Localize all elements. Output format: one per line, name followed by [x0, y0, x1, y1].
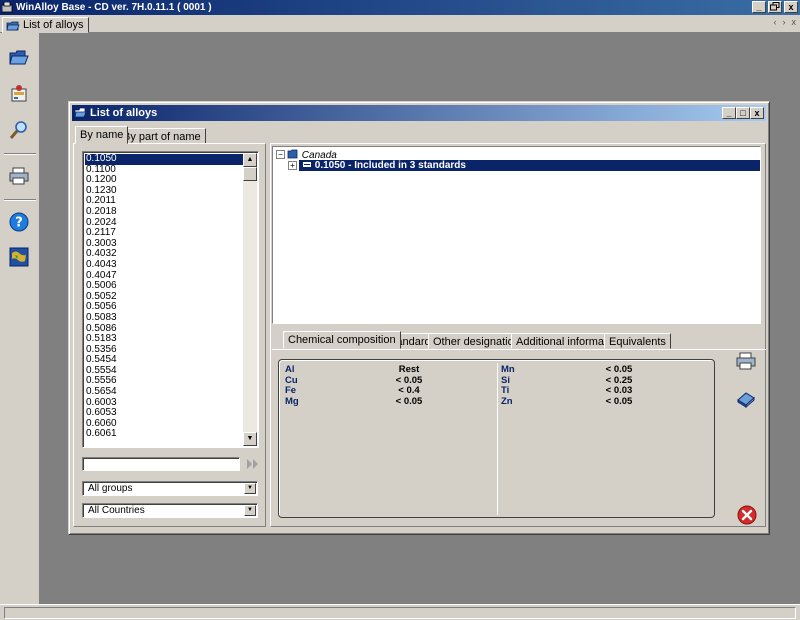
print-icon[interactable] [8, 165, 30, 187]
vertical-scrollbar[interactable]: ▲ ▼ [243, 153, 257, 446]
element-value: Rest [398, 364, 420, 375]
alloy-list: 0.1050 0.1100 0.1200 0.1230 0.2011 0.2018 0.20… [85, 153, 244, 440]
alloy-search-input[interactable] [82, 457, 240, 471]
list-item[interactable]: 0.6061 [85, 429, 244, 440]
list-item[interactable]: 0.5083 [85, 312, 244, 324]
alloy-editor-icon[interactable] [8, 83, 30, 105]
restore-icon [770, 2, 780, 11]
dialog-close-button[interactable]: x [750, 107, 764, 119]
scroll-up-arrow[interactable]: ▲ [243, 153, 257, 167]
element-symbol: Mg [285, 395, 299, 407]
help-icon[interactable]: ? [8, 211, 30, 233]
element-symbol: Ti [501, 385, 510, 396]
tree-alloy-node[interactable]: 0.1050 - Included in 3 standards [299, 160, 760, 171]
close-tab-icon[interactable]: x [792, 17, 797, 27]
tree-country-node[interactable]: Canada [287, 149, 337, 161]
tab-equivalents[interactable]: Equivalents [604, 333, 671, 349]
next-tab-arrow[interactable]: › [783, 17, 786, 27]
app-icon [2, 2, 13, 13]
column-divider [497, 363, 498, 515]
tab-by-name[interactable]: By name [75, 126, 129, 144]
element-symbol: Al [285, 364, 295, 375]
document-tab-strip: List of alloys ‹ › x [0, 15, 800, 33]
list-of-alloys-dialog: List of alloys _ □ x By name By part of … [68, 101, 770, 535]
close-icon[interactable] [736, 504, 758, 526]
tab-list-of-alloys[interactable]: List of alloys [2, 17, 89, 33]
dialog-minimize-button[interactable]: _ [722, 107, 736, 119]
close-button[interactable]: x [784, 1, 798, 13]
status-bar [0, 604, 800, 620]
status-panel [4, 607, 796, 619]
standards-tree[interactable]: − Canada + 0.1050 - Included in 3 standa… [272, 146, 761, 324]
element-value: < 0.05 [605, 395, 633, 407]
tab-chemical-composition[interactable]: Chemical composition [283, 331, 401, 349]
chevron-down-icon: ▼ [244, 505, 256, 516]
tab-by-part-of-name[interactable]: By part of name [118, 128, 206, 144]
alloy-item-icon [303, 162, 311, 167]
alloy-search-panel: 0.1050 0.1100 0.1200 0.1230 0.2011 0.2018 0.20… [73, 143, 266, 527]
list-item[interactable]: 0.2018 [85, 206, 244, 218]
go-arrow-icon[interactable] [246, 458, 260, 473]
world-map-icon[interactable] [8, 246, 30, 268]
folder-icon [6, 21, 20, 31]
expand-toggle[interactable]: + [288, 161, 297, 170]
scroll-thumb[interactable] [243, 167, 257, 181]
groups-select[interactable]: All groups ▼ [82, 481, 258, 496]
left-toolbar: ? [0, 33, 40, 604]
eraser-icon[interactable] [735, 388, 757, 410]
element-value: < 0.4 [398, 385, 420, 396]
collapse-toggle[interactable]: − [276, 150, 285, 159]
dialog-title-bar: List of alloys _ □ x [72, 105, 766, 121]
folder-icon [74, 107, 87, 118]
right-elements: Mn Si Ti Zn [501, 364, 541, 407]
list-item[interactable]: 0.4043 [85, 259, 244, 271]
left-values: Rest < 0.05 < 0.4 < 0.05 [379, 364, 439, 407]
composition-panel: Al Cu Fe Mg Rest < 0.05 < 0.4 < 0.05 Mn Si Ti Zn … [278, 359, 715, 518]
print-icon[interactable] [735, 350, 757, 372]
chevron-down-icon: ▼ [244, 483, 256, 494]
element-symbol: Mn [501, 364, 515, 375]
app-title: WinAlloy Base - CD ver. 7H.0.11.1 ( 0001… [16, 2, 212, 13]
search-icon[interactable] [8, 119, 30, 141]
tab-baseline [272, 349, 766, 350]
countries-select[interactable]: All Countries ▼ [82, 503, 258, 518]
prev-tab-arrow[interactable]: ‹ [774, 17, 777, 27]
open-folder-icon[interactable] [8, 47, 30, 69]
app-title-bar: WinAlloy Base - CD ver. 7H.0.11.1 ( 0001… [0, 0, 800, 15]
list-item[interactable]: 0.1050 [85, 153, 244, 165]
folder-icon [287, 149, 298, 159]
element-symbol: Zn [501, 395, 513, 407]
minimize-button[interactable]: _ [752, 1, 766, 13]
element-value: < 0.05 [395, 395, 423, 407]
alloy-listbox[interactable]: 0.1050 0.1100 0.1200 0.1230 0.2011 0.2018 0.20… [82, 151, 259, 448]
element-value: < 0.03 [605, 385, 633, 396]
scroll-down-arrow[interactable]: ▼ [243, 432, 257, 446]
dialog-maximize-button[interactable]: □ [736, 107, 750, 119]
dialog-title: List of alloys [90, 107, 158, 119]
tab-label: List of alloys [23, 19, 84, 31]
element-symbol: Fe [285, 385, 297, 396]
left-elements: Al Cu Fe Mg [285, 364, 325, 407]
right-values: < 0.05 < 0.25 < 0.03 < 0.05 [589, 364, 649, 407]
restore-button[interactable] [768, 1, 782, 13]
svg-text:?: ? [15, 216, 23, 231]
alloy-details-panel: − Canada + 0.1050 - Included in 3 standa… [270, 143, 766, 527]
element-value: < 0.05 [605, 364, 633, 375]
